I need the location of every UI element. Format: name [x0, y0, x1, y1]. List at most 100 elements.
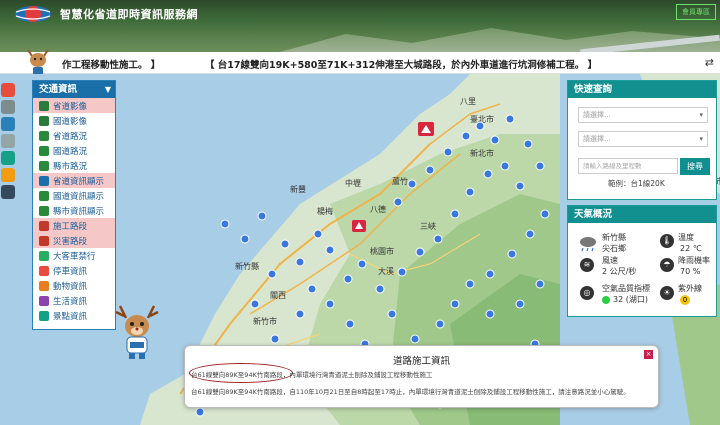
map-marker[interactable] — [535, 161, 545, 171]
member-button[interactable]: 會員專區 — [676, 4, 716, 20]
map-marker[interactable] — [475, 121, 485, 131]
map-marker[interactable] — [407, 179, 417, 189]
map-marker[interactable] — [393, 197, 403, 207]
umbrella-icon: ☂ — [660, 258, 674, 272]
route-icon[interactable] — [1, 117, 15, 131]
traffic-item[interactable]: 大客車禁行 — [33, 248, 115, 263]
section-select[interactable]: 請選擇... — [578, 131, 708, 147]
traffic-item[interactable]: 國道資訊顯示 — [33, 188, 115, 203]
traffic-item[interactable]: 國道影像 — [33, 113, 115, 128]
map-marker[interactable] — [325, 245, 335, 255]
uv-sun-icon: ☀ — [660, 286, 674, 300]
traffic-item-label: 景點資訊 — [53, 311, 88, 322]
map-marker[interactable] — [425, 165, 435, 175]
traffic-item[interactable]: 災害路段 — [33, 233, 115, 248]
construction-marker[interactable] — [352, 220, 366, 232]
map-marker[interactable] — [343, 274, 353, 284]
pin-icon[interactable] — [1, 134, 15, 148]
map-marker[interactable] — [433, 234, 443, 244]
mileage-search-input[interactable]: 請輸入路線及里程數 — [578, 158, 678, 174]
map-marker[interactable] — [220, 219, 230, 229]
rain-probability-label: 降雨機率 — [678, 256, 710, 265]
map-marker[interactable] — [450, 299, 460, 309]
map-marker[interactable] — [483, 169, 493, 179]
layers-icon[interactable] — [1, 100, 15, 114]
weather-header: 天氣概況 — [568, 206, 716, 223]
weather-title: 天氣概況 — [574, 209, 613, 220]
map-label-new-taipei: 新北市 — [470, 148, 494, 158]
ticker-item-2[interactable]: 【 台17線雙向19K+580至71K+312伸港至大城路段，於內外車道進行坑洞… — [205, 57, 597, 71]
ticker-item-1[interactable]: 作工程移動性施工。 】 — [62, 57, 160, 71]
site-logo-icon[interactable] — [14, 4, 52, 24]
map-marker[interactable] — [515, 299, 525, 309]
map-marker[interactable] — [523, 139, 533, 149]
map-marker[interactable] — [295, 257, 305, 267]
traffic-item[interactable]: 省道資訊顯示 — [33, 173, 115, 188]
map-marker[interactable] — [397, 267, 407, 277]
map-marker[interactable] — [485, 269, 495, 279]
traffic-item[interactable]: 景點資訊 — [33, 308, 115, 323]
map-marker[interactable] — [515, 181, 525, 191]
map-marker[interactable] — [313, 229, 323, 239]
traffic-item[interactable]: 縣市路況 — [33, 158, 115, 173]
map-marker[interactable] — [250, 299, 260, 309]
traffic-item-label: 大客車禁行 — [53, 251, 96, 262]
traffic-item[interactable]: 國道路況 — [33, 143, 115, 158]
map-marker[interactable] — [461, 131, 471, 141]
traffic-item[interactable]: 動物資訊 — [33, 278, 115, 293]
left-tool-strip — [0, 80, 16, 202]
traffic-item[interactable]: 生活資訊 — [33, 293, 115, 308]
map-marker[interactable] — [257, 211, 267, 221]
chevron-down-icon[interactable]: ▼ — [105, 81, 111, 98]
map-marker[interactable] — [240, 234, 250, 244]
map-marker[interactable] — [485, 309, 495, 319]
map-marker[interactable] — [507, 249, 517, 259]
construction-marker[interactable] — [418, 122, 434, 136]
news-ticker: 作工程移動性施工。 】 【 台17線雙向19K+580至71K+312伸港至大城… — [0, 49, 720, 75]
map-marker[interactable] — [345, 319, 355, 329]
map-marker[interactable] — [540, 209, 550, 219]
traffic-panel-header[interactable]: 交通資訊 ▼ — [33, 81, 115, 98]
traffic-item[interactable]: 省道影像 — [33, 98, 115, 113]
route-select[interactable]: 請選擇... — [578, 107, 708, 123]
traffic-item[interactable]: 省道路況 — [33, 128, 115, 143]
map-marker[interactable] — [295, 309, 305, 319]
site-title[interactable]: 智慧化省道即時資訊服務網 — [60, 6, 198, 22]
map-marker[interactable] — [270, 334, 280, 344]
map-marker[interactable] — [505, 114, 515, 124]
rain-cloud-icon — [580, 237, 596, 252]
tools-icon[interactable] — [1, 185, 15, 199]
search-button[interactable]: 搜尋 — [680, 158, 710, 175]
traffic-item[interactable]: 施工路段 — [33, 218, 115, 233]
aqi-status-dot — [602, 296, 610, 304]
map-marker[interactable] — [375, 284, 385, 294]
map-marker[interactable] — [280, 239, 290, 249]
map-marker[interactable] — [500, 161, 510, 171]
map-marker[interactable] — [535, 279, 545, 289]
map-icon[interactable] — [1, 151, 15, 165]
map-marker[interactable] — [307, 284, 317, 294]
map-marker[interactable] — [410, 334, 420, 344]
map-marker[interactable] — [490, 135, 500, 145]
map-marker[interactable] — [443, 147, 453, 157]
map-marker[interactable] — [325, 299, 335, 309]
expand-arrows-icon[interactable]: ⇄ — [705, 56, 714, 69]
traffic-item-label: 生活資訊 — [53, 296, 88, 307]
map-marker[interactable] — [415, 247, 425, 257]
map-marker[interactable] — [435, 319, 445, 329]
air-quality-icon: ◎ — [580, 286, 594, 300]
sun-icon[interactable] — [1, 168, 15, 182]
map-marker[interactable] — [387, 309, 397, 319]
traffic-item[interactable]: 停車資訊 — [33, 263, 115, 278]
map-marker[interactable] — [465, 279, 475, 289]
map-marker[interactable] — [357, 259, 367, 269]
map-marker[interactable] — [450, 209, 460, 219]
close-icon[interactable]: × — [644, 350, 653, 359]
traffic-item-label: 動物資訊 — [53, 281, 88, 292]
map-marker[interactable] — [267, 269, 277, 279]
map-marker[interactable] — [195, 407, 205, 417]
traffic-item[interactable]: 縣市資訊顯示 — [33, 203, 115, 218]
car-icon[interactable] — [1, 83, 15, 97]
map-marker[interactable] — [465, 187, 475, 197]
map-marker[interactable] — [525, 229, 535, 239]
